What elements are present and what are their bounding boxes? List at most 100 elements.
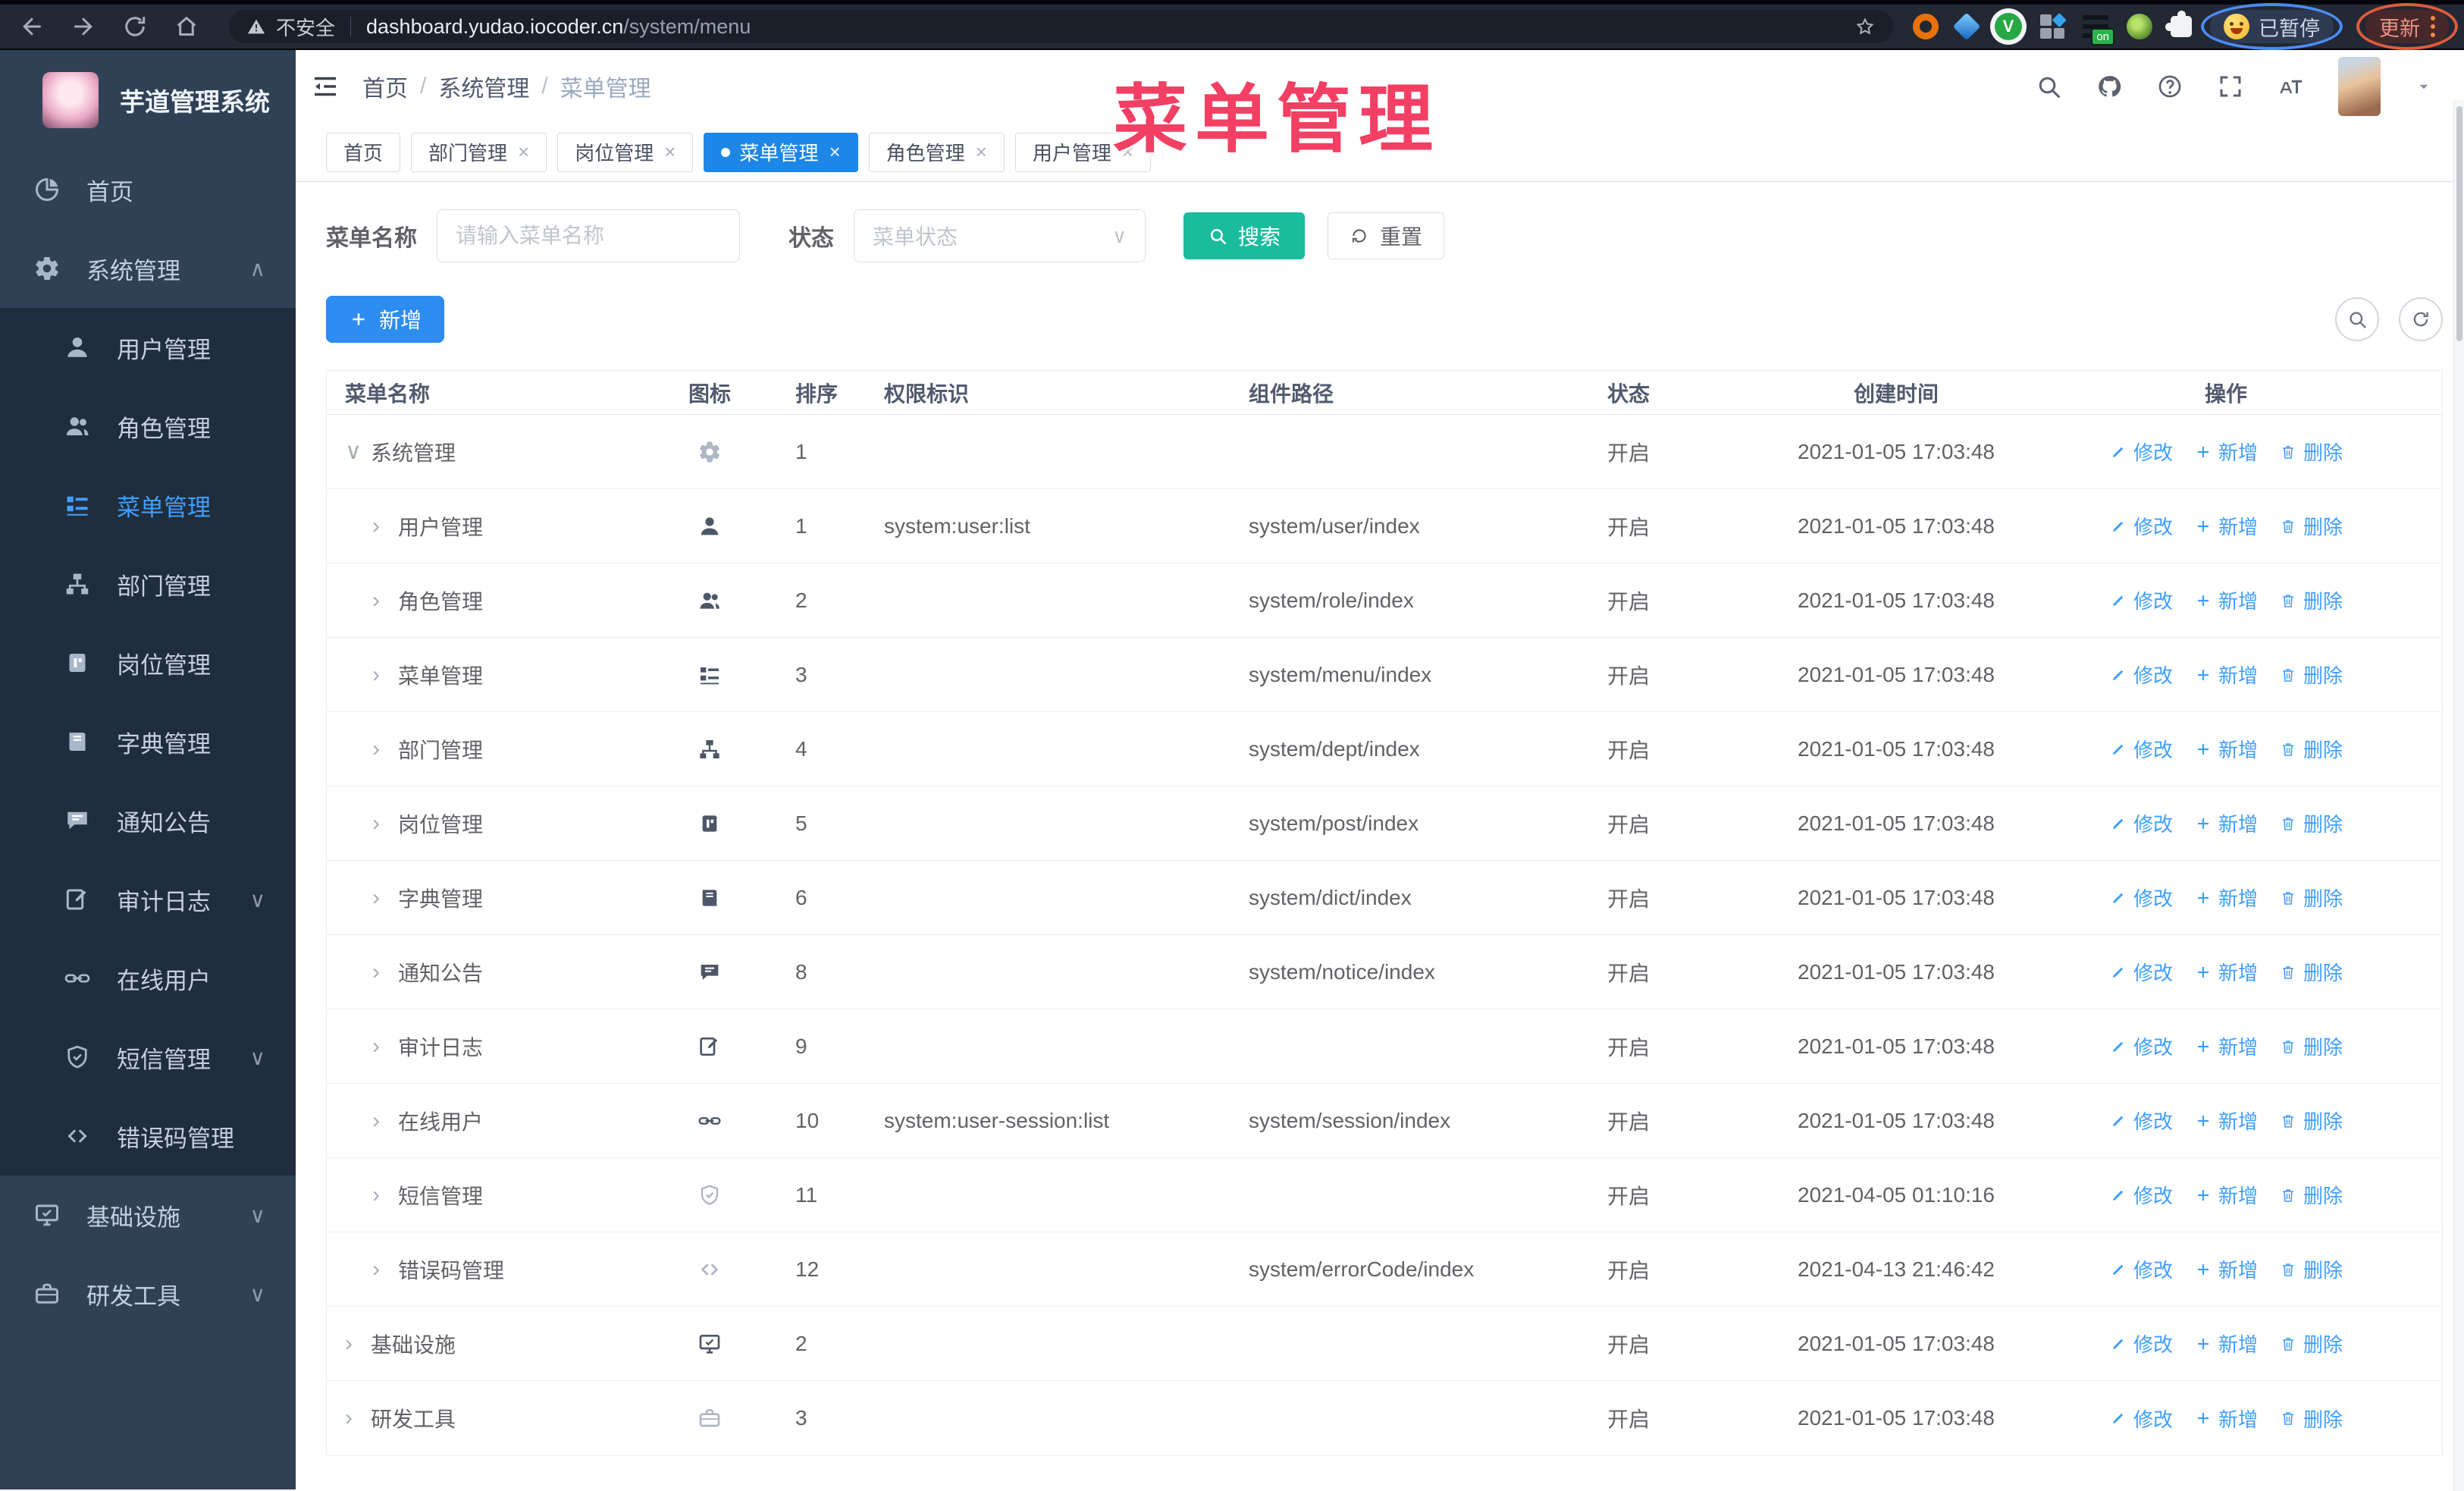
expand-caret-icon[interactable]: › — [372, 959, 398, 985]
add-child-link[interactable]: 新增 — [2194, 512, 2258, 540]
table-row-7[interactable]: › 通知公告 8 system/notice/index 开启 2021-01-05 17… — [327, 935, 2442, 1009]
table-row-5[interactable]: › 岗位管理 5 system/post/index 开启 2021-01-05 17:0… — [327, 786, 2442, 861]
scrollbar-thumb[interactable] — [2456, 106, 2462, 341]
edit-link[interactable]: 修改 — [2109, 735, 2173, 763]
table-row-1[interactable]: › 用户管理 1 system:user:list system/user/index 开… — [327, 489, 2442, 563]
sidebar-item-0[interactable]: 首页 — [0, 150, 296, 229]
sidebar-item-8[interactable]: 通知公告 — [0, 781, 296, 860]
security-label[interactable]: 不安全 — [276, 13, 335, 41]
app-logo[interactable]: 芋道管理系统 — [0, 50, 296, 150]
fullscreen-icon[interactable] — [2217, 73, 2244, 100]
close-icon[interactable]: × — [829, 140, 840, 164]
profile-paused-chip[interactable]: 已暂停 — [2201, 3, 2343, 50]
kebab-menu-icon[interactable] — [2431, 16, 2435, 37]
table-row-6[interactable]: › 字典管理 6 system/dict/index 开启 2021-01-05 17:0… — [327, 861, 2442, 935]
delete-link[interactable]: 删除 — [2279, 1181, 2343, 1209]
expand-caret-icon[interactable]: › — [345, 1331, 371, 1357]
add-child-link[interactable]: 新增 — [2194, 1405, 2258, 1433]
green-check-icon[interactable]: V — [1995, 13, 2022, 40]
table-row-9[interactable]: › 在线用户 10 system:user-session:list system/se… — [327, 1084, 2442, 1158]
grid-icon[interactable] — [2040, 13, 2066, 39]
edit-link[interactable]: 修改 — [2109, 438, 2173, 466]
collapse-caret-icon[interactable]: ∨ — [345, 438, 371, 465]
spy-icon[interactable] — [2127, 14, 2152, 39]
delete-link[interactable]: 删除 — [2279, 586, 2343, 614]
tab-1[interactable]: 部门管理 × — [411, 132, 547, 172]
sidebar-item-1[interactable]: 系统管理 ∧ — [0, 229, 296, 308]
table-row-3[interactable]: › 菜单管理 3 system/menu/index 开启 2021-01-05 17:0… — [327, 638, 2442, 712]
back-icon[interactable] — [18, 13, 45, 40]
sidebar-item-5[interactable]: 部门管理 — [0, 545, 296, 623]
edit-link[interactable]: 修改 — [2109, 1329, 2173, 1358]
add-button[interactable]: 新增 — [326, 296, 445, 343]
delete-link[interactable]: 删除 — [2279, 809, 2343, 837]
tab-0[interactable]: 首页 — [326, 132, 401, 172]
expand-caret-icon[interactable]: › — [372, 513, 398, 539]
breadcrumb-home[interactable]: 首页 — [362, 70, 408, 103]
add-child-link[interactable]: 新增 — [2194, 1106, 2258, 1135]
edit-link[interactable]: 修改 — [2109, 1181, 2173, 1209]
expand-caret-icon[interactable]: › — [372, 1257, 398, 1282]
edit-link[interactable]: 修改 — [2109, 1255, 2173, 1283]
reset-button[interactable]: 重置 — [1328, 212, 1445, 259]
edit-link[interactable]: 修改 — [2109, 1405, 2173, 1433]
reload-icon[interactable] — [121, 13, 149, 40]
table-row-10[interactable]: › 短信管理 11 开启 2021-04-05 01:10:16 修改 新增 删除 — [327, 1158, 2442, 1232]
expand-caret-icon[interactable]: › — [372, 588, 398, 614]
expand-caret-icon[interactable]: › — [345, 1405, 371, 1431]
search-button[interactable]: 搜索 — [1183, 212, 1306, 259]
tab-2[interactable]: 岗位管理 × — [557, 132, 694, 172]
puzzle-icon[interactable] — [2165, 11, 2192, 37]
add-child-link[interactable]: 新增 — [2194, 1329, 2258, 1358]
add-child-link[interactable]: 新增 — [2194, 809, 2258, 837]
expand-caret-icon[interactable]: › — [372, 1182, 398, 1208]
expand-caret-icon[interactable]: › — [372, 1034, 398, 1059]
delete-link[interactable]: 删除 — [2279, 1255, 2343, 1283]
edit-link[interactable]: 修改 — [2109, 1106, 2173, 1135]
table-row-13[interactable]: › 研发工具 3 开启 2021-01-05 17:03:48 修改 新增 删除 — [327, 1381, 2442, 1455]
sidebar-item-13[interactable]: 基础设施 ∨ — [0, 1176, 296, 1254]
close-icon[interactable]: × — [976, 140, 987, 164]
add-child-link[interactable]: 新增 — [2194, 1181, 2258, 1209]
add-child-link[interactable]: 新增 — [2194, 1255, 2258, 1283]
table-row-12[interactable]: › 基础设施 2 开启 2021-01-05 17:03:48 修改 新增 删除 — [327, 1307, 2442, 1381]
font-size-icon[interactable] — [2277, 73, 2305, 100]
tab-4[interactable]: 角色管理 × — [868, 132, 1005, 172]
add-child-link[interactable]: 新增 — [2194, 735, 2258, 763]
home-icon[interactable] — [173, 13, 200, 40]
add-child-link[interactable]: 新增 — [2194, 1032, 2258, 1060]
edit-link[interactable]: 修改 — [2109, 512, 2173, 540]
expand-caret-icon[interactable]: › — [372, 662, 398, 688]
delete-link[interactable]: 删除 — [2279, 1405, 2343, 1433]
add-child-link[interactable]: 新增 — [2194, 884, 2258, 912]
delete-link[interactable]: 删除 — [2279, 661, 2343, 689]
delete-link[interactable]: 删除 — [2279, 512, 2343, 540]
chevron-down-icon[interactable] — [2414, 77, 2434, 96]
delete-link[interactable]: 删除 — [2279, 1106, 2343, 1135]
close-icon[interactable]: × — [518, 140, 529, 164]
add-child-link[interactable]: 新增 — [2194, 661, 2258, 689]
sidebar-item-11[interactable]: 短信管理 ∨ — [0, 1018, 296, 1097]
sidebar-item-6[interactable]: 岗位管理 — [0, 623, 296, 702]
expand-caret-icon[interactable]: › — [372, 736, 398, 762]
table-row-8[interactable]: › 审计日志 9 开启 2021-01-05 17:03:48 修改 新增 删除 — [327, 1009, 2442, 1084]
add-child-link[interactable]: 新增 — [2194, 586, 2258, 614]
edit-link[interactable]: 修改 — [2109, 884, 2173, 912]
target-icon[interactable] — [1913, 14, 1939, 39]
breadcrumb-system[interactable]: 系统管理 — [438, 70, 529, 103]
sidebar-item-10[interactable]: 在线用户 — [0, 939, 296, 1018]
sidebar-item-4[interactable]: 菜单管理 — [0, 466, 296, 545]
table-row-11[interactable]: › 错误码管理 12 system/errorCode/index 开启 2021-04-… — [327, 1232, 2442, 1307]
forward-icon[interactable] — [70, 13, 97, 40]
delete-link[interactable]: 删除 — [2279, 1329, 2343, 1358]
edit-link[interactable]: 修改 — [2109, 958, 2173, 986]
delete-link[interactable]: 删除 — [2279, 735, 2343, 763]
github-icon[interactable] — [2096, 73, 2123, 100]
sidebar-item-7[interactable]: 字典管理 — [0, 702, 296, 781]
menu-name-input[interactable] — [437, 209, 740, 262]
delete-link[interactable]: 删除 — [2279, 958, 2343, 986]
edit-link[interactable]: 修改 — [2109, 809, 2173, 837]
chrome-update-button[interactable]: 更新 — [2356, 3, 2458, 50]
edit-link[interactable]: 修改 — [2109, 661, 2173, 689]
sidebar-item-3[interactable]: 角色管理 — [0, 387, 296, 466]
